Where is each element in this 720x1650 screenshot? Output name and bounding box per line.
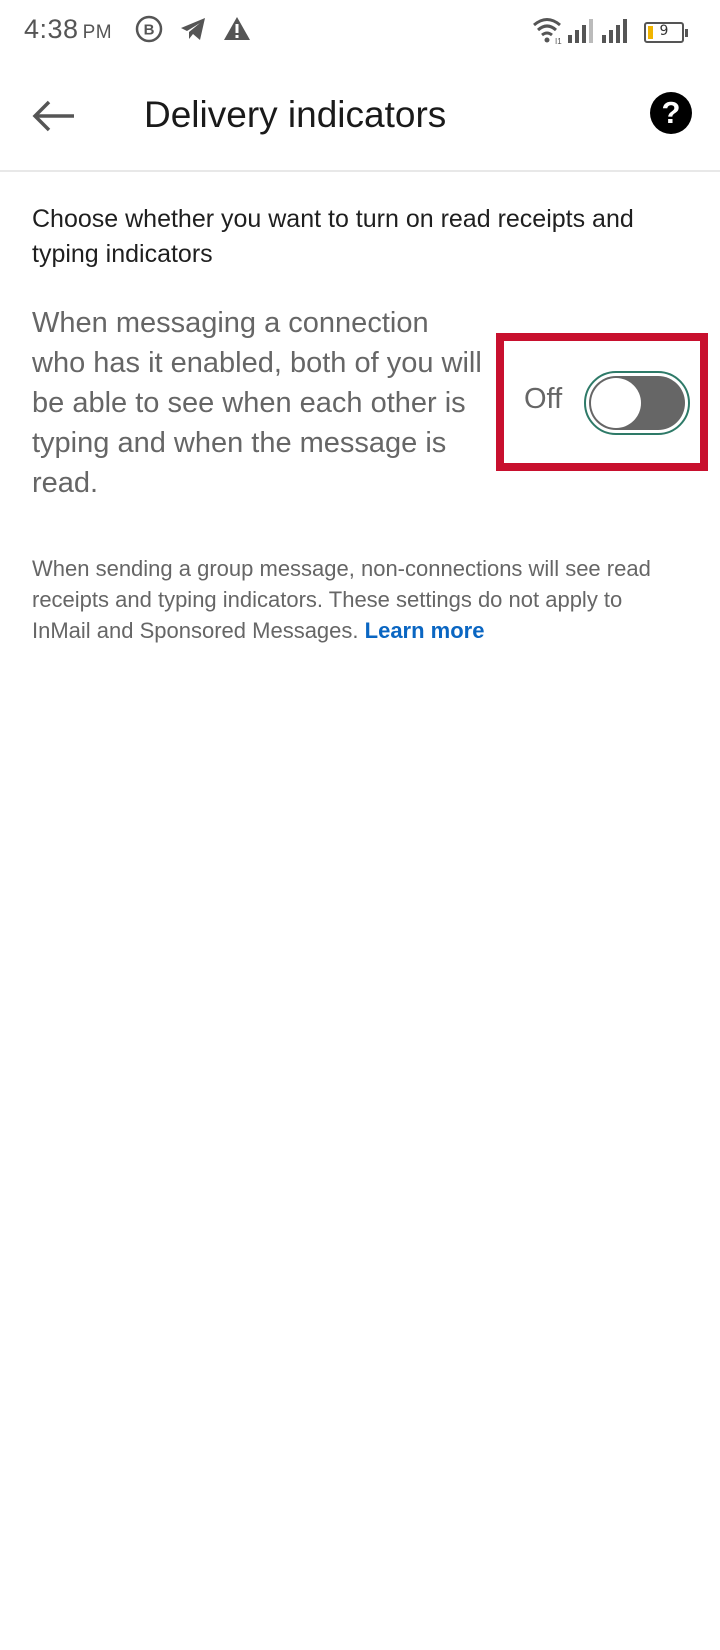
svg-text:I1: I1 bbox=[555, 37, 562, 45]
page-title: Delivery indicators bbox=[144, 94, 447, 135]
alert-icon bbox=[222, 14, 252, 49]
arrow-left-icon bbox=[30, 100, 78, 144]
wifi-icon: I1 bbox=[531, 15, 563, 50]
learn-more-link[interactable]: Learn more bbox=[365, 618, 485, 643]
telegram-icon bbox=[178, 14, 208, 49]
read-receipts-toggle[interactable] bbox=[584, 371, 690, 435]
question-circle-icon: ? bbox=[661, 95, 681, 130]
help-button[interactable]: ? bbox=[650, 92, 692, 134]
status-time: 4:38 PM bbox=[24, 14, 112, 45]
status-time-value: 4:38 bbox=[24, 14, 79, 44]
signal-icon bbox=[600, 15, 632, 50]
battery-icon: 9 bbox=[644, 22, 688, 43]
signal-icon bbox=[566, 15, 596, 50]
battery-level: 9 bbox=[659, 23, 669, 39]
footnote: When sending a group message, non-connec… bbox=[32, 553, 672, 646]
intro-text: Choose whether you want to turn on read … bbox=[32, 205, 634, 268]
status-time-ampm: PM bbox=[82, 22, 113, 43]
status-bar: 4:38 PM B I1 9 bbox=[0, 0, 720, 62]
svg-text:B: B bbox=[144, 22, 155, 39]
toggle-highlight-box: Off bbox=[496, 333, 708, 471]
toggle-state-label: Off bbox=[524, 383, 563, 415]
app-header: Delivery indicators ? bbox=[0, 62, 720, 172]
toggle-track bbox=[589, 376, 685, 430]
b-badge-icon: B bbox=[134, 14, 164, 49]
battery-tip bbox=[685, 29, 688, 37]
toggle-knob bbox=[591, 378, 641, 428]
back-button[interactable] bbox=[30, 92, 78, 140]
setting-description: When messaging a connection who has it e… bbox=[32, 307, 482, 499]
footnote-text: When sending a group message, non-connec… bbox=[32, 556, 651, 643]
